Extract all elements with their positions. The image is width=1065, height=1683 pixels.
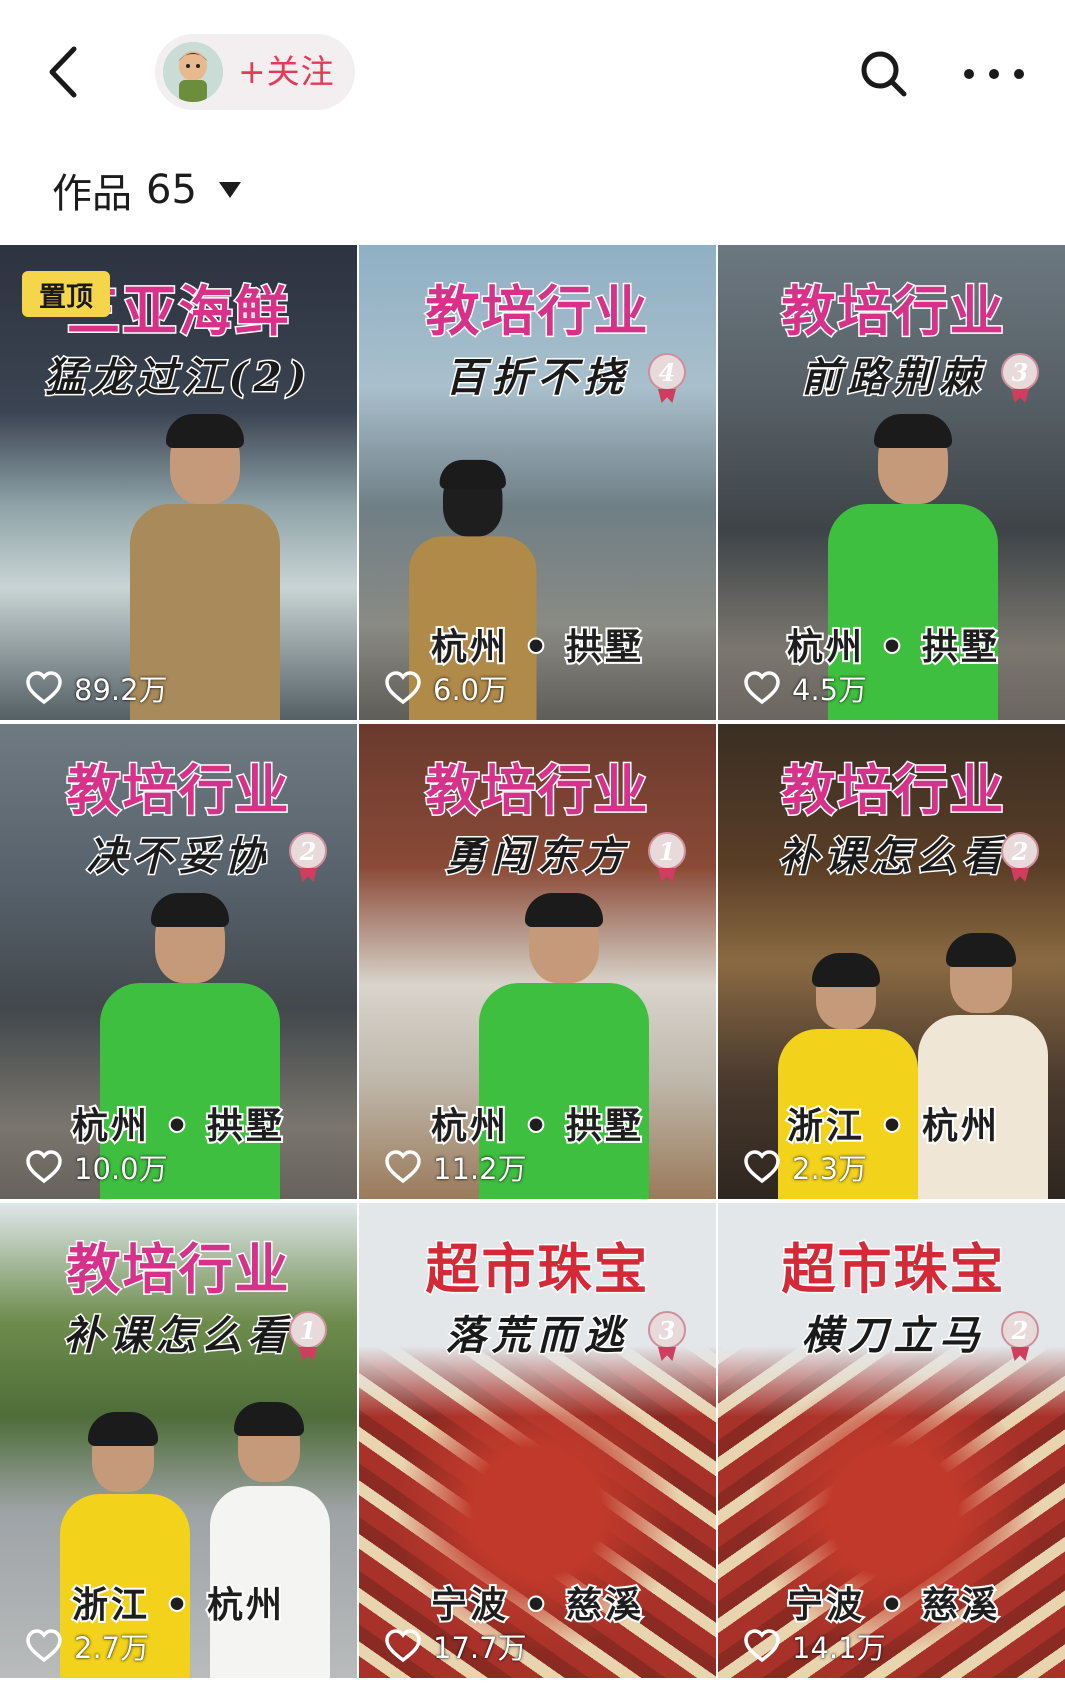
avatar[interactable] [163, 42, 223, 102]
likes: 2.3万 [744, 1147, 867, 1187]
video-tile[interactable]: 教培行业 决不妥协 2 杭州 • 拱墅 10.0万 [0, 724, 357, 1199]
back-button[interactable] [38, 42, 88, 102]
location-text: 浙江 • 杭州 [785, 1104, 1001, 1149]
location-text: 宁波 • 慈溪 [785, 1583, 1001, 1628]
pinned-badge: 置顶 [22, 271, 110, 317]
location-text: 浙江 • 杭州 [70, 1583, 286, 1628]
video-title: 教培行业 [780, 758, 1006, 824]
likes-count: 17.7万 [433, 1631, 527, 1665]
location-text: 杭州 • 拱墅 [429, 625, 645, 670]
video-tile[interactable]: 教培行业 补课怎么看 1 浙江 • 杭州 2.7万 [0, 1203, 357, 1678]
location-text: 宁波 • 慈溪 [429, 1583, 645, 1628]
rank-badge: 1 [289, 1311, 327, 1349]
likes-count: 11.2万 [433, 1152, 527, 1186]
thumbnail-person [918, 933, 1048, 1199]
video-tile[interactable]: 教培行业 百折不挠 4 杭州 • 拱墅 6.0万 [359, 245, 716, 720]
likes-count: 2.3万 [792, 1152, 868, 1186]
heart-outline-icon [744, 1150, 780, 1184]
more-dot-icon [964, 69, 974, 79]
likes-count: 10.0万 [74, 1152, 168, 1186]
rank-badge: 2 [1001, 832, 1039, 870]
likes-count: 2.7万 [74, 1631, 150, 1665]
video-title: 教培行业 [424, 279, 650, 345]
thumbnail-person [210, 1402, 330, 1678]
rank-badge: 3 [1001, 353, 1039, 391]
video-title: 超市珠宝 [424, 1237, 650, 1303]
works-tab[interactable]: 作品 65 [52, 162, 241, 218]
likes-count: 89.2万 [74, 673, 168, 707]
rank-badge: 2 [1001, 1311, 1039, 1349]
video-tile[interactable]: 置顶 三亚海鲜 猛龙过江(2) 89.2万 [0, 245, 357, 720]
location-text: 杭州 • 拱墅 [429, 1104, 645, 1149]
caret-down-icon [218, 182, 241, 198]
works-count: 65 [146, 167, 197, 213]
heart-outline-icon [26, 1150, 62, 1184]
video-tile[interactable]: 超市珠宝 横刀立马 2 宁波 • 慈溪 14.1万 [718, 1203, 1065, 1678]
likes: 11.2万 [385, 1147, 527, 1187]
chevron-left-icon [49, 46, 77, 98]
heart-outline-icon [385, 1629, 421, 1663]
rank-badge: 4 [648, 353, 686, 391]
follow-label: +关注 [238, 52, 335, 91]
video-title: 教培行业 [780, 279, 1006, 345]
more-dot-icon [989, 69, 999, 79]
heart-outline-icon [385, 671, 421, 705]
search-icon [861, 51, 907, 97]
likes: 4.5万 [744, 668, 867, 708]
video-title: 超市珠宝 [780, 1237, 1006, 1303]
search-button[interactable] [858, 48, 910, 100]
location-text: 杭州 • 拱墅 [785, 625, 1001, 670]
video-tile[interactable]: 教培行业 补课怎么看 2 浙江 • 杭州 2.3万 [718, 724, 1065, 1199]
video-tile[interactable]: 教培行业 前路荆棘 3 杭州 • 拱墅 4.5万 [718, 245, 1065, 720]
likes-count: 4.5万 [792, 673, 868, 707]
likes: 14.1万 [744, 1626, 886, 1666]
heart-outline-icon [744, 671, 780, 705]
rank-badge: 1 [648, 832, 686, 870]
likes: 6.0万 [385, 668, 508, 708]
video-title: 教培行业 [65, 1237, 291, 1303]
rank-badge: 2 [289, 832, 327, 870]
more-dot-icon [1014, 69, 1024, 79]
likes-count: 6.0万 [433, 673, 509, 707]
more-button[interactable] [964, 56, 1024, 92]
avatar-cartoon-icon [163, 42, 223, 102]
likes: 10.0万 [26, 1147, 168, 1187]
works-label: 作品 [52, 171, 132, 217]
likes-count: 14.1万 [792, 1631, 886, 1665]
video-tile[interactable]: 超市珠宝 落荒而逃 3 宁波 • 慈溪 17.7万 [359, 1203, 716, 1678]
likes: 89.2万 [26, 668, 168, 708]
works-grid: 置顶 三亚海鲜 猛龙过江(2) 89.2万 教培行业 百折不挠 4 杭州 • 拱… [0, 245, 1065, 1683]
heart-outline-icon [26, 1629, 62, 1663]
video-title: 教培行业 [65, 758, 291, 824]
rank-badge: 3 [648, 1311, 686, 1349]
heart-outline-icon [26, 671, 62, 705]
top-bar: +关注 [0, 0, 1065, 150]
follow-button[interactable]: +关注 [155, 34, 355, 110]
likes: 2.7万 [26, 1626, 149, 1666]
video-title: 教培行业 [424, 758, 650, 824]
likes: 17.7万 [385, 1626, 527, 1666]
heart-outline-icon [385, 1150, 421, 1184]
video-subtitle: 猛龙过江(2) [43, 353, 313, 403]
video-tile[interactable]: 教培行业 勇闯东方 1 杭州 • 拱墅 11.2万 [359, 724, 716, 1199]
location-text: 杭州 • 拱墅 [70, 1104, 286, 1149]
heart-outline-icon [744, 1629, 780, 1663]
